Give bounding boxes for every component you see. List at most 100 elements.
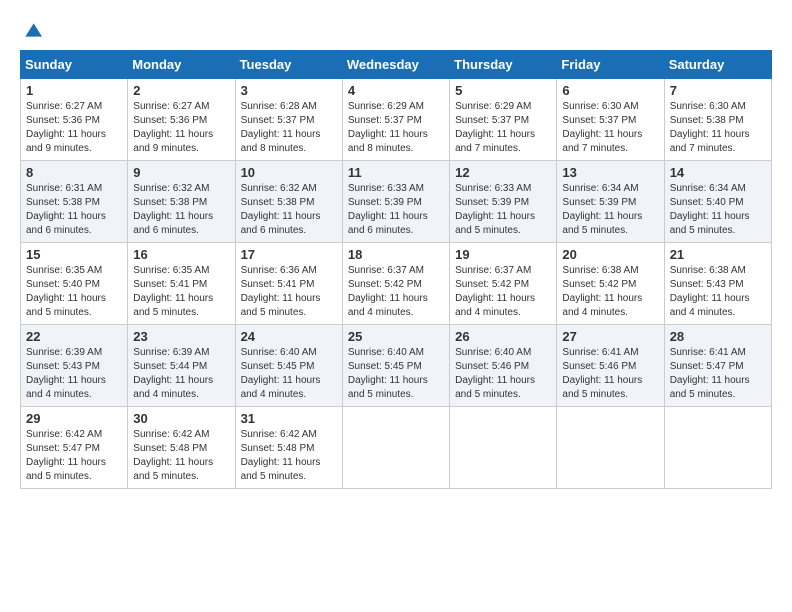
calendar-cell: 7 Sunrise: 6:30 AM Sunset: 5:38 PM Dayli… [664, 79, 771, 161]
day-number: 11 [348, 165, 444, 180]
day-info: Sunrise: 6:32 AM Sunset: 5:38 PM Dayligh… [133, 182, 229, 238]
calendar-header-saturday: Saturday [664, 51, 771, 79]
day-info: Sunrise: 6:42 AM Sunset: 5:48 PM Dayligh… [133, 428, 229, 484]
day-info: Sunrise: 6:41 AM Sunset: 5:47 PM Dayligh… [670, 346, 766, 402]
calendar-cell: 19 Sunrise: 6:37 AM Sunset: 5:42 PM Dayl… [450, 243, 557, 325]
calendar-header-tuesday: Tuesday [235, 51, 342, 79]
day-number: 17 [241, 247, 337, 262]
day-number: 24 [241, 329, 337, 344]
calendar-week-row: 1 Sunrise: 6:27 AM Sunset: 5:36 PM Dayli… [21, 79, 772, 161]
calendar-cell: 20 Sunrise: 6:38 AM Sunset: 5:42 PM Dayl… [557, 243, 664, 325]
calendar-cell: 22 Sunrise: 6:39 AM Sunset: 5:43 PM Dayl… [21, 325, 128, 407]
calendar-cell: 24 Sunrise: 6:40 AM Sunset: 5:45 PM Dayl… [235, 325, 342, 407]
day-info: Sunrise: 6:34 AM Sunset: 5:39 PM Dayligh… [562, 182, 658, 238]
calendar-cell: 16 Sunrise: 6:35 AM Sunset: 5:41 PM Dayl… [128, 243, 235, 325]
calendar-cell [342, 407, 449, 489]
day-number: 16 [133, 247, 229, 262]
day-info: Sunrise: 6:34 AM Sunset: 5:40 PM Dayligh… [670, 182, 766, 238]
day-number: 1 [26, 83, 122, 98]
calendar-header-sunday: Sunday [21, 51, 128, 79]
calendar-week-row: 8 Sunrise: 6:31 AM Sunset: 5:38 PM Dayli… [21, 161, 772, 243]
calendar-cell: 25 Sunrise: 6:40 AM Sunset: 5:45 PM Dayl… [342, 325, 449, 407]
calendar-header-row: SundayMondayTuesdayWednesdayThursdayFrid… [21, 51, 772, 79]
day-number: 26 [455, 329, 551, 344]
calendar-header-friday: Friday [557, 51, 664, 79]
day-number: 21 [670, 247, 766, 262]
calendar-cell: 15 Sunrise: 6:35 AM Sunset: 5:40 PM Dayl… [21, 243, 128, 325]
day-info: Sunrise: 6:41 AM Sunset: 5:46 PM Dayligh… [562, 346, 658, 402]
day-number: 20 [562, 247, 658, 262]
day-number: 19 [455, 247, 551, 262]
calendar-cell: 2 Sunrise: 6:27 AM Sunset: 5:36 PM Dayli… [128, 79, 235, 161]
calendar-cell: 4 Sunrise: 6:29 AM Sunset: 5:37 PM Dayli… [342, 79, 449, 161]
day-info: Sunrise: 6:35 AM Sunset: 5:41 PM Dayligh… [133, 264, 229, 320]
day-info: Sunrise: 6:38 AM Sunset: 5:42 PM Dayligh… [562, 264, 658, 320]
day-number: 27 [562, 329, 658, 344]
day-info: Sunrise: 6:33 AM Sunset: 5:39 PM Dayligh… [455, 182, 551, 238]
calendar-cell: 9 Sunrise: 6:32 AM Sunset: 5:38 PM Dayli… [128, 161, 235, 243]
calendar-cell: 17 Sunrise: 6:36 AM Sunset: 5:41 PM Dayl… [235, 243, 342, 325]
calendar-cell: 14 Sunrise: 6:34 AM Sunset: 5:40 PM Dayl… [664, 161, 771, 243]
day-number: 30 [133, 411, 229, 426]
calendar-cell: 11 Sunrise: 6:33 AM Sunset: 5:39 PM Dayl… [342, 161, 449, 243]
day-info: Sunrise: 6:29 AM Sunset: 5:37 PM Dayligh… [348, 100, 444, 156]
calendar-cell [450, 407, 557, 489]
calendar-cell: 1 Sunrise: 6:27 AM Sunset: 5:36 PM Dayli… [21, 79, 128, 161]
day-info: Sunrise: 6:28 AM Sunset: 5:37 PM Dayligh… [241, 100, 337, 156]
calendar-cell: 28 Sunrise: 6:41 AM Sunset: 5:47 PM Dayl… [664, 325, 771, 407]
calendar-cell [557, 407, 664, 489]
calendar-cell [664, 407, 771, 489]
calendar-cell: 29 Sunrise: 6:42 AM Sunset: 5:47 PM Dayl… [21, 407, 128, 489]
day-number: 8 [26, 165, 122, 180]
day-info: Sunrise: 6:42 AM Sunset: 5:48 PM Dayligh… [241, 428, 337, 484]
day-info: Sunrise: 6:29 AM Sunset: 5:37 PM Dayligh… [455, 100, 551, 156]
day-number: 4 [348, 83, 444, 98]
day-number: 2 [133, 83, 229, 98]
day-number: 10 [241, 165, 337, 180]
day-info: Sunrise: 6:40 AM Sunset: 5:45 PM Dayligh… [348, 346, 444, 402]
day-info: Sunrise: 6:27 AM Sunset: 5:36 PM Dayligh… [26, 100, 122, 156]
day-info: Sunrise: 6:35 AM Sunset: 5:40 PM Dayligh… [26, 264, 122, 320]
header [20, 20, 772, 40]
day-info: Sunrise: 6:42 AM Sunset: 5:47 PM Dayligh… [26, 428, 122, 484]
calendar-week-row: 15 Sunrise: 6:35 AM Sunset: 5:40 PM Dayl… [21, 243, 772, 325]
calendar-cell: 3 Sunrise: 6:28 AM Sunset: 5:37 PM Dayli… [235, 79, 342, 161]
day-info: Sunrise: 6:40 AM Sunset: 5:46 PM Dayligh… [455, 346, 551, 402]
day-info: Sunrise: 6:27 AM Sunset: 5:36 PM Dayligh… [133, 100, 229, 156]
logo [20, 20, 42, 40]
calendar-cell: 13 Sunrise: 6:34 AM Sunset: 5:39 PM Dayl… [557, 161, 664, 243]
calendar-header-thursday: Thursday [450, 51, 557, 79]
day-number: 9 [133, 165, 229, 180]
day-number: 13 [562, 165, 658, 180]
day-number: 15 [26, 247, 122, 262]
day-number: 28 [670, 329, 766, 344]
day-number: 6 [562, 83, 658, 98]
day-number: 23 [133, 329, 229, 344]
day-info: Sunrise: 6:33 AM Sunset: 5:39 PM Dayligh… [348, 182, 444, 238]
calendar-table: SundayMondayTuesdayWednesdayThursdayFrid… [20, 50, 772, 489]
day-info: Sunrise: 6:36 AM Sunset: 5:41 PM Dayligh… [241, 264, 337, 320]
day-info: Sunrise: 6:40 AM Sunset: 5:45 PM Dayligh… [241, 346, 337, 402]
calendar-cell: 27 Sunrise: 6:41 AM Sunset: 5:46 PM Dayl… [557, 325, 664, 407]
day-number: 5 [455, 83, 551, 98]
day-number: 31 [241, 411, 337, 426]
calendar-cell: 23 Sunrise: 6:39 AM Sunset: 5:44 PM Dayl… [128, 325, 235, 407]
calendar-cell: 10 Sunrise: 6:32 AM Sunset: 5:38 PM Dayl… [235, 161, 342, 243]
calendar-header-wednesday: Wednesday [342, 51, 449, 79]
day-info: Sunrise: 6:37 AM Sunset: 5:42 PM Dayligh… [348, 264, 444, 320]
day-info: Sunrise: 6:32 AM Sunset: 5:38 PM Dayligh… [241, 182, 337, 238]
day-number: 7 [670, 83, 766, 98]
logo-icon [22, 20, 42, 40]
day-info: Sunrise: 6:37 AM Sunset: 5:42 PM Dayligh… [455, 264, 551, 320]
calendar-cell: 26 Sunrise: 6:40 AM Sunset: 5:46 PM Dayl… [450, 325, 557, 407]
calendar-cell: 30 Sunrise: 6:42 AM Sunset: 5:48 PM Dayl… [128, 407, 235, 489]
calendar-week-row: 22 Sunrise: 6:39 AM Sunset: 5:43 PM Dayl… [21, 325, 772, 407]
day-number: 25 [348, 329, 444, 344]
day-number: 12 [455, 165, 551, 180]
day-info: Sunrise: 6:39 AM Sunset: 5:44 PM Dayligh… [133, 346, 229, 402]
day-info: Sunrise: 6:31 AM Sunset: 5:38 PM Dayligh… [26, 182, 122, 238]
day-info: Sunrise: 6:30 AM Sunset: 5:38 PM Dayligh… [670, 100, 766, 156]
day-info: Sunrise: 6:39 AM Sunset: 5:43 PM Dayligh… [26, 346, 122, 402]
calendar-cell: 5 Sunrise: 6:29 AM Sunset: 5:37 PM Dayli… [450, 79, 557, 161]
calendar-cell: 6 Sunrise: 6:30 AM Sunset: 5:37 PM Dayli… [557, 79, 664, 161]
